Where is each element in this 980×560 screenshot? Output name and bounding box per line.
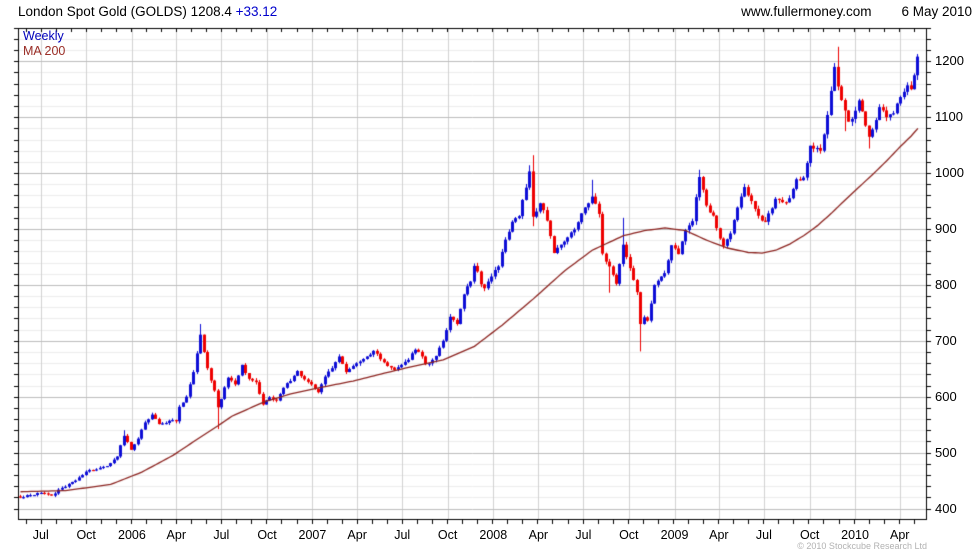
instrument-title: London Spot Gold (GOLDS) 1208.4 [18,4,236,19]
legend-ma200: MA 200 [23,44,66,58]
price-chart-canvas [12,24,933,526]
chart-title: London Spot Gold (GOLDS) 1208.4 +33.12 [18,4,277,19]
y-tick-label: 600 [935,388,957,404]
y-tick-label: 700 [935,332,957,348]
header-right: www.fullermoney.com 6 May 2010 [741,4,972,19]
y-tick-label: 800 [935,276,957,292]
copyright-label: © 2010 Stockcube Research Ltd [797,541,927,551]
chart-screenshot: London Spot Gold (GOLDS) 1208.4 +33.12 w… [0,0,980,560]
x-tick-label: Apr [890,528,910,542]
y-tick-label: 1200 [935,53,964,69]
website-label: www.fullermoney.com [741,4,872,19]
y-tick-label: 500 [935,444,957,460]
y-tick-label: 900 [935,221,957,236]
price-change: +33.12 [235,4,278,19]
y-tick-label: 1100 [935,109,963,125]
y-tick-label: 400 [935,500,957,516]
date-label: 6 May 2010 [901,4,972,19]
y-tick-label: 1000 [935,165,964,181]
legend-timeframe: Weekly [23,29,64,43]
